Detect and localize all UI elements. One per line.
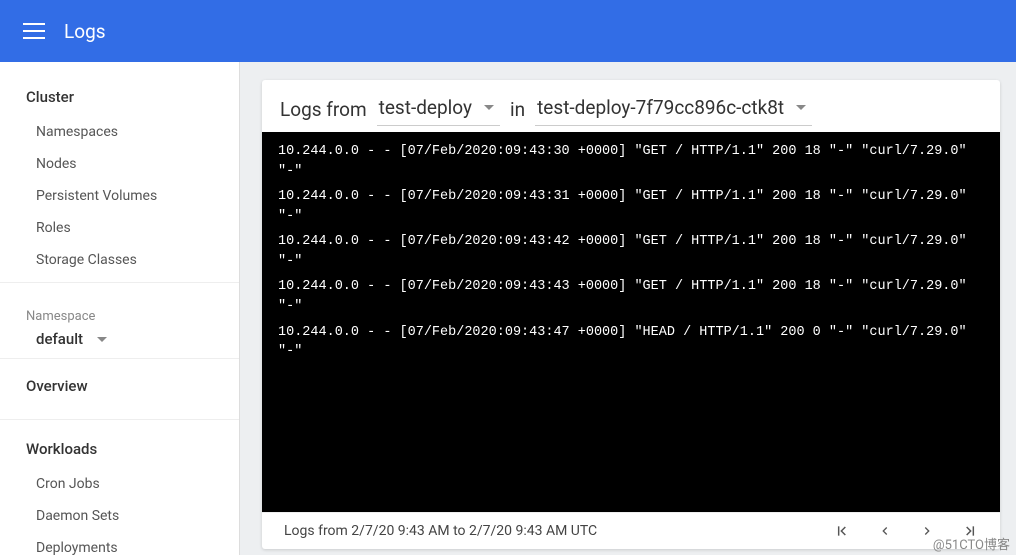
sidebar-item-deployments[interactable]: Deployments bbox=[0, 532, 239, 555]
sidebar-item-daemon-sets[interactable]: Daemon Sets bbox=[0, 500, 239, 532]
app-header: Logs bbox=[0, 0, 1016, 62]
chevron-down-icon bbox=[484, 105, 494, 110]
logs-card-header: Logs from test-deploy in test-deploy-7f7… bbox=[262, 80, 1000, 132]
log-pod-value: test-deploy-7f79cc896c-ctk8t bbox=[537, 96, 784, 119]
log-pod-select[interactable]: test-deploy-7f79cc896c-ctk8t bbox=[535, 92, 812, 126]
watermark: @51CTO博客 bbox=[933, 534, 1010, 553]
sidebar-item-cron-jobs[interactable]: Cron Jobs bbox=[0, 468, 239, 500]
namespace-label: Namespace bbox=[0, 297, 239, 326]
logs-range-text: Logs from 2/7/20 9:43 AM to 2/7/20 9:43 … bbox=[284, 523, 597, 539]
page-title: Logs bbox=[64, 20, 106, 43]
log-output[interactable]: 10.244.0.0 - - [07/Feb/2020:09:43:30 +00… bbox=[262, 132, 1000, 512]
sidebar-item-nodes[interactable]: Nodes bbox=[0, 148, 239, 180]
log-line: 10.244.0.0 - - [07/Feb/2020:09:43:31 +00… bbox=[278, 187, 984, 226]
log-line: 10.244.0.0 - - [07/Feb/2020:09:43:43 +00… bbox=[278, 277, 984, 316]
first-page-icon[interactable] bbox=[834, 523, 850, 539]
logs-card: Logs from test-deploy in test-deploy-7f7… bbox=[262, 80, 1000, 549]
section-cluster[interactable]: Cluster bbox=[0, 82, 239, 116]
sidebar-item-roles[interactable]: Roles bbox=[0, 212, 239, 244]
chevron-down-icon bbox=[97, 337, 107, 342]
section-overview[interactable]: Overview bbox=[0, 371, 239, 405]
log-source-value: test-deploy bbox=[379, 96, 472, 119]
sidebar-item-persistent-volumes[interactable]: Persistent Volumes bbox=[0, 180, 239, 212]
divider bbox=[0, 282, 239, 283]
chevron-down-icon bbox=[796, 105, 806, 110]
divider bbox=[0, 419, 239, 420]
sidebar-item-storage-classes[interactable]: Storage Classes bbox=[0, 244, 239, 276]
logs-from-label: Logs from bbox=[280, 98, 367, 121]
sidebar-item-namespaces[interactable]: Namespaces bbox=[0, 116, 239, 148]
next-page-icon[interactable] bbox=[920, 524, 934, 538]
log-line: 10.244.0.0 - - [07/Feb/2020:09:43:30 +00… bbox=[278, 142, 984, 181]
hamburger-icon[interactable] bbox=[22, 19, 46, 43]
main-content: Logs from test-deploy in test-deploy-7f7… bbox=[240, 62, 1016, 555]
log-line: 10.244.0.0 - - [07/Feb/2020:09:43:47 +00… bbox=[278, 323, 984, 362]
namespace-value: default bbox=[36, 330, 83, 348]
namespace-select[interactable]: default bbox=[0, 326, 239, 359]
logs-card-footer: Logs from 2/7/20 9:43 AM to 2/7/20 9:43 … bbox=[262, 512, 1000, 549]
log-line: 10.244.0.0 - - [07/Feb/2020:09:43:42 +00… bbox=[278, 232, 984, 271]
app-body: Cluster Namespaces Nodes Persistent Volu… bbox=[0, 62, 1016, 555]
prev-page-icon[interactable] bbox=[878, 524, 892, 538]
section-workloads[interactable]: Workloads bbox=[0, 434, 239, 468]
sidebar: Cluster Namespaces Nodes Persistent Volu… bbox=[0, 62, 240, 555]
logs-in-label: in bbox=[510, 98, 525, 121]
log-source-select[interactable]: test-deploy bbox=[377, 92, 500, 126]
